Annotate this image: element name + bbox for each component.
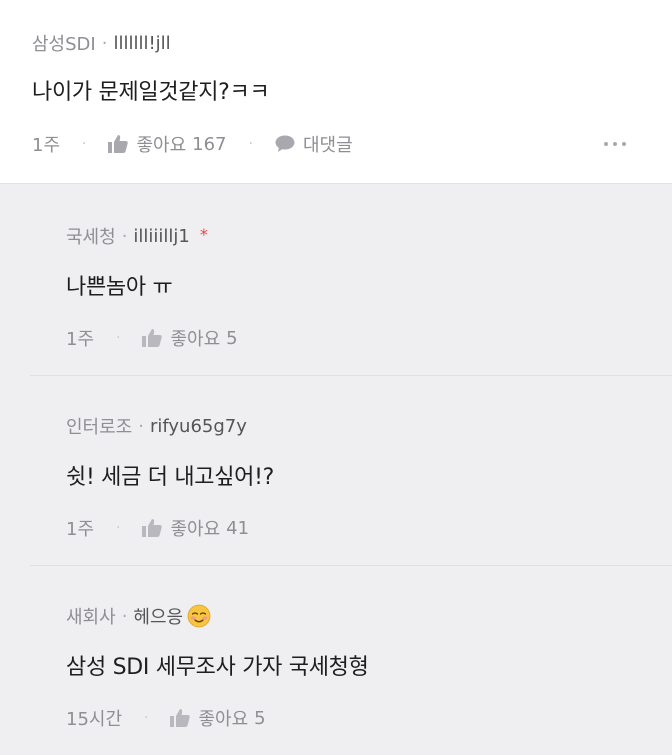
more-options-button[interactable] bbox=[604, 142, 626, 146]
reply-text: 쉿! 세금 더 내고싶어!? bbox=[66, 465, 275, 490]
reply-author-nickname[interactable]: rifyu65g7y bbox=[150, 416, 247, 437]
comment-meta: 삼성SDI · lllllll!jll bbox=[32, 30, 171, 56]
like-label: 좋아요 bbox=[136, 135, 187, 156]
like-button[interactable]: 좋아요 5 bbox=[170, 705, 266, 731]
reply-author-company[interactable]: 새회사 bbox=[66, 603, 116, 629]
reply-item: 인터로조 · rifyu65g7y 쉿! 세금 더 내고싶어!? 1주 · 좋아… bbox=[0, 375, 672, 565]
action-separator: · bbox=[144, 710, 149, 726]
action-separator: · bbox=[82, 136, 87, 152]
reply-author-nickname[interactable]: 헤으응 bbox=[133, 603, 183, 629]
like-button[interactable]: 좋아요 5 bbox=[142, 325, 238, 351]
reply-actions: 15시간 · 좋아요 5 bbox=[66, 705, 266, 731]
like-count: 5 bbox=[226, 327, 238, 349]
comment-text: 나이가 문제일것같지?ㅋㅋ bbox=[32, 80, 270, 105]
like-label: 좋아요 bbox=[170, 329, 221, 350]
reply-divider bbox=[30, 565, 672, 566]
reply-actions: 1주 · 좋아요 5 bbox=[66, 325, 238, 351]
reply-time: 1주 bbox=[66, 329, 95, 350]
action-separator: · bbox=[248, 136, 253, 152]
reply-meta: 국세청 · illiiillj1 * bbox=[66, 223, 208, 249]
reply-author-company[interactable]: 국세청 bbox=[66, 223, 116, 249]
like-button[interactable]: 좋아요 167 bbox=[108, 131, 227, 157]
speech-bubble-icon bbox=[275, 135, 295, 152]
reply-author-nickname[interactable]: illiiillj1 bbox=[133, 226, 189, 247]
meta-separator: · bbox=[101, 32, 108, 54]
like-count: 41 bbox=[226, 517, 250, 539]
reply-meta: 새회사 · 헤으응 bbox=[66, 603, 211, 629]
like-label: 좋아요 bbox=[170, 519, 221, 540]
action-separator: · bbox=[116, 330, 121, 346]
thumbs-up-icon bbox=[170, 709, 191, 727]
reply-time: 1주 bbox=[66, 519, 95, 540]
comment-author-nickname[interactable]: lllllll!jll bbox=[113, 33, 170, 54]
smiling-face-emoji-icon bbox=[187, 604, 211, 628]
reply-time: 15시간 bbox=[66, 709, 123, 730]
like-button[interactable]: 좋아요 41 bbox=[142, 515, 249, 541]
reply-text: 나쁜놈아 ㅠ bbox=[66, 275, 173, 300]
reply-item: 새회사 · 헤으응 삼성 SDI 세무조사 가자 국세청형 15시간 · 좋아요… bbox=[0, 565, 672, 755]
like-label: 좋아요 bbox=[198, 709, 249, 730]
meta-separator: · bbox=[138, 415, 144, 437]
reply-author-company[interactable]: 인터로조 bbox=[66, 413, 132, 439]
more-dots-icon bbox=[604, 142, 608, 146]
reply-meta: 인터로조 · rifyu65g7y bbox=[66, 413, 247, 439]
reply-divider bbox=[30, 375, 672, 376]
thumbs-up-icon bbox=[142, 519, 163, 537]
comment-actions: 1주 · 좋아요 167 · 대댓글 bbox=[32, 131, 640, 157]
reply-item: 국세청 · illiiillj1 * 나쁜놈아 ㅠ 1주 · 좋아요 5 bbox=[0, 185, 672, 375]
reply-button[interactable]: 대댓글 bbox=[275, 131, 353, 157]
comment-time: 1주 bbox=[32, 135, 61, 156]
meta-separator: · bbox=[121, 225, 128, 247]
thumbs-up-icon bbox=[142, 329, 163, 347]
meta-separator: · bbox=[121, 605, 128, 627]
comment-author-company[interactable]: 삼성SDI bbox=[32, 30, 96, 56]
reply-actions: 1주 · 좋아요 41 bbox=[66, 515, 249, 541]
reply-label: 대댓글 bbox=[302, 135, 353, 156]
reply-text: 삼성 SDI 세무조사 가자 국세청형 bbox=[66, 655, 369, 680]
thumbs-up-icon bbox=[108, 135, 129, 153]
top-comment: 삼성SDI · lllllll!jll 나이가 문제일것같지?ㅋㅋ 1주 · 좋… bbox=[0, 0, 672, 184]
like-count: 167 bbox=[192, 133, 227, 155]
action-separator: · bbox=[116, 520, 121, 536]
author-star-badge: * bbox=[199, 224, 208, 244]
like-count: 5 bbox=[254, 707, 266, 729]
